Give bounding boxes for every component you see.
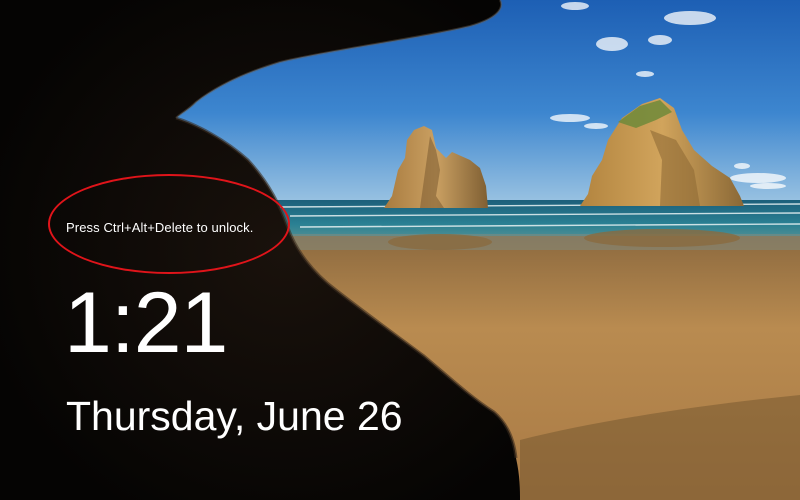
unlock-hint-text: Press Ctrl+Alt+Delete to unlock.	[66, 220, 254, 235]
lock-screen[interactable]: Press Ctrl+Alt+Delete to unlock. 1:21 Th…	[0, 0, 800, 500]
clock-date: Thursday, June 26	[66, 393, 403, 439]
clock-time: 1:21	[64, 275, 228, 371]
